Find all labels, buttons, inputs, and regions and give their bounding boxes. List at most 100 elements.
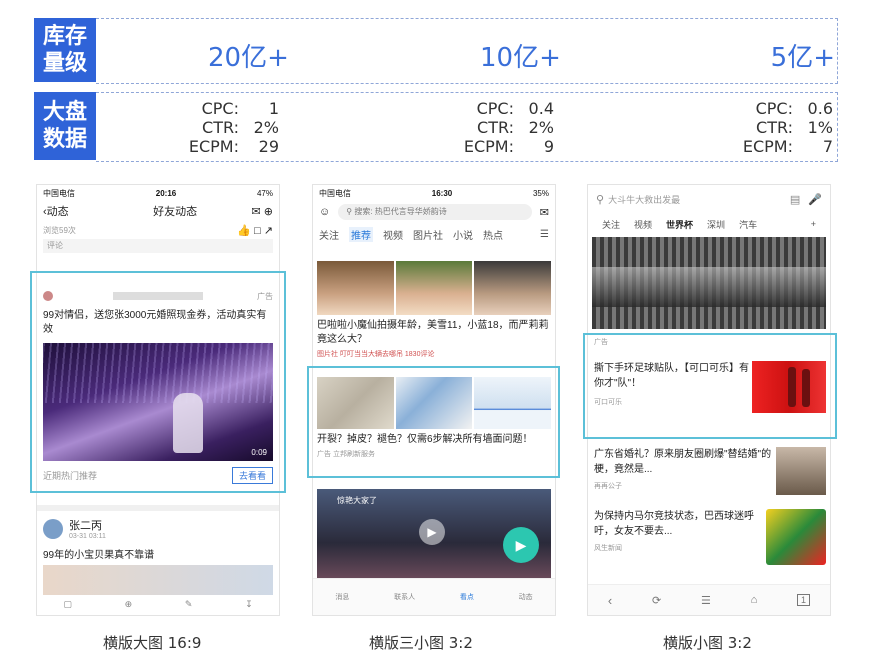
video-thumb[interactable]: 惊艳大家了 ▶ ▶	[317, 489, 551, 579]
ctr-value: 2%	[253, 118, 279, 137]
news-photo[interactable]	[592, 237, 826, 329]
ecpm-key: ECPM:	[188, 137, 239, 156]
news-thumb-2	[395, 261, 473, 315]
profile-icon[interactable]: ☺	[319, 206, 330, 218]
add-icon[interactable]: ⊕	[264, 206, 273, 218]
tab-follow[interactable]: 关注	[602, 218, 620, 231]
post-date: 03-31 03:11	[69, 533, 106, 540]
mail-icon[interactable]: ✉	[540, 206, 549, 219]
menu-icon[interactable]: ☰	[701, 594, 711, 607]
comment-bar[interactable]: 评论	[43, 239, 273, 253]
nav-contacts[interactable]: 联系人	[394, 592, 415, 602]
tab-auto[interactable]: 汽车	[739, 218, 757, 231]
view-count: 浏览59次	[43, 225, 76, 235]
edit-icon[interactable]: ✎	[185, 599, 193, 610]
like-icon[interactable]: 👍	[237, 225, 251, 237]
home-icon[interactable]: ⌂	[751, 594, 758, 606]
tab-shenzhen[interactable]: 深圳	[707, 218, 725, 231]
back-button[interactable]: ‹动态	[43, 203, 69, 219]
highlight-three-ad	[307, 366, 560, 478]
market-row: CPC: 1 CTR: 2% ECPM: 29 CPC: 0.4 CTR: 2% ECPM…	[96, 92, 838, 162]
news-meta: 风生新闻	[594, 545, 622, 552]
search-placeholder: 搜索: 热巴代言导华娇韵诗	[354, 207, 447, 216]
image-icon[interactable]: ▢	[63, 599, 72, 610]
ctr-value: 1%	[807, 118, 833, 137]
mic-icon[interactable]: 🎤	[808, 193, 822, 206]
ctr-key: CTR:	[756, 118, 793, 137]
news-title: 为保持内马尔竞技状态，巴西球迷呼吁，女友不要去...	[594, 511, 754, 537]
nav-kandian[interactable]: 看点	[460, 592, 474, 602]
cpc-value: 0.4	[528, 99, 554, 118]
search-icon: ⚲	[346, 207, 353, 216]
post-meta: 浏览59次 👍 □ ↗	[37, 221, 279, 239]
bottom-nav: 消息 联系人 看点 动态	[313, 578, 555, 615]
ctr-key: CTR:	[202, 118, 239, 137]
user-name: 张二丙	[69, 520, 102, 532]
caption-three: 横版三小图 3:2	[369, 634, 473, 652]
back-icon[interactable]: ‹	[608, 593, 612, 608]
news-item-1[interactable]: 广东省婚礼？原来朋友圈刷爆"替结婚"的梗，竟然是... 再再公子	[594, 447, 826, 495]
play-icon[interactable]: ▶	[419, 519, 445, 545]
inventory-value-small: 5亿+	[770, 43, 835, 73]
search-placeholder[interactable]: 大斗牛大救出发最	[608, 193, 790, 206]
market-label: 大盘 数据	[34, 92, 96, 160]
cpc-key: CPC:	[476, 99, 514, 118]
tabs-icon[interactable]: 1	[797, 594, 811, 606]
tab-video[interactable]: 视频	[383, 227, 403, 242]
next-post: 张二丙 03-31 03:11 99年的小宝贝果真不靠谱 ▢ ⊕ ✎ ↧	[37, 505, 279, 615]
news-thumb	[776, 447, 826, 495]
tab-recommend[interactable]: 推荐	[349, 226, 373, 242]
cpc-key: CPC:	[201, 99, 239, 118]
mail-icon[interactable]: ✉	[251, 206, 260, 218]
video-caption: 惊艳大家了	[337, 496, 377, 505]
metrics-three: CPC: 0.4 CTR: 2% ECPM: 9	[426, 99, 554, 156]
carrier: 中国电信	[43, 188, 75, 198]
tab-worldcup[interactable]: 世界杯	[666, 218, 693, 231]
market-label-line1: 大盘	[42, 100, 87, 125]
news-item-2[interactable]: 为保持内马尔竞技状态，巴西球迷呼吁，女友不要去... 风生新闻	[594, 509, 826, 565]
share-icon[interactable]: ↗	[264, 225, 273, 237]
clock: 16:30	[431, 188, 453, 198]
comment-icon[interactable]: □	[254, 225, 261, 237]
scan-icon[interactable]: ▤	[790, 193, 800, 206]
ecpm-key: ECPM:	[463, 137, 514, 156]
tab-novel[interactable]: 小说	[453, 227, 473, 242]
tab-video[interactable]: 视频	[634, 218, 652, 231]
ecpm-key: ECPM:	[742, 137, 793, 156]
ctr-key: CTR:	[477, 118, 514, 137]
market-label-line2: 数据	[42, 127, 87, 152]
search-bar[interactable]: ⚲ 搜索: 热巴代言导华娇韵诗	[338, 204, 532, 220]
tab-pictures[interactable]: 图片社	[413, 227, 443, 242]
news-meta: 图片社 叮叮当当大辆去哪吊 1830评论	[317, 351, 435, 358]
download-icon[interactable]: ↧	[245, 599, 253, 610]
news-item[interactable]: 巴啦啦小魔仙拍摄年龄，美雪11，小蓝18，而严莉莉竟这么大？ 图片社 叮叮当当大…	[317, 261, 552, 359]
comment-placeholder: 评论	[47, 241, 63, 250]
tab-hot[interactable]: 热点	[483, 227, 503, 242]
refresh-icon[interactable]: ⟳	[652, 594, 661, 607]
nav-header: ‹动态 好友动态 ✉ ⊕	[37, 201, 279, 221]
add-channel-icon[interactable]: +	[811, 219, 816, 229]
post-actions: 👍 □ ↗	[237, 224, 273, 237]
post-image	[43, 565, 273, 595]
tab-follow[interactable]: 关注	[319, 227, 339, 242]
inventory-row: 20亿+ 10亿+ 5亿+	[96, 18, 838, 84]
status-bar: 中国电信 20:16 47%	[37, 185, 279, 201]
ecpm-value: 9	[543, 137, 554, 156]
highlight-small-ad	[583, 333, 837, 439]
channel-tabs: 关注 视频 世界杯 深圳 汽车 +	[588, 213, 830, 235]
caption-small: 横版小图 3:2	[663, 634, 752, 652]
browser-toolbar: ‹ ⟳ ☰ ⌂ 1	[588, 584, 830, 615]
ctr-value: 2%	[528, 118, 554, 137]
cpc-key: CPC:	[755, 99, 793, 118]
page-title: 好友动态	[153, 206, 198, 218]
inventory-value-three: 10亿+	[480, 43, 561, 73]
metrics-large: CPC: 1 CTR: 2% ECPM: 29	[156, 99, 279, 156]
highlight-large-ad	[30, 271, 286, 493]
news-thumb-1	[317, 261, 394, 315]
zoom-icon[interactable]: ⊕	[125, 599, 133, 610]
menu-icon[interactable]: ☰	[540, 229, 549, 240]
nav-messages[interactable]: 消息	[335, 592, 349, 602]
ecpm-value: 7	[822, 137, 833, 156]
floating-video-icon[interactable]: ▶	[503, 527, 539, 563]
nav-feed[interactable]: 动态	[519, 592, 533, 602]
